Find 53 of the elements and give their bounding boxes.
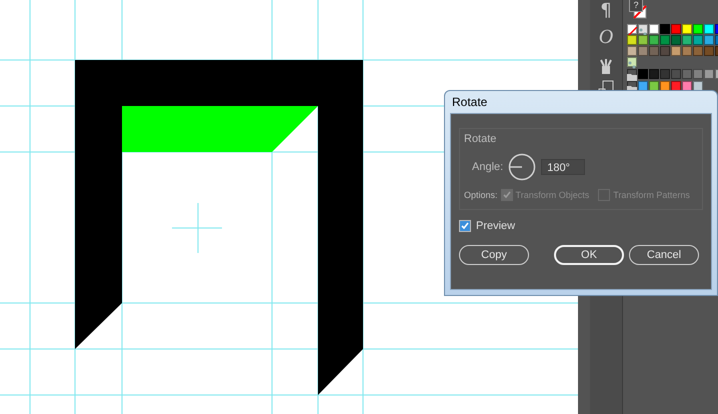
- color-swatch[interactable]: [627, 57, 637, 67]
- color-swatch[interactable]: [682, 35, 692, 45]
- color-swatch[interactable]: [638, 69, 648, 79]
- color-swatch[interactable]: [627, 35, 637, 45]
- color-swatch[interactable]: [671, 24, 681, 34]
- color-swatch[interactable]: [627, 46, 637, 56]
- preview-label: Preview: [476, 220, 516, 232]
- angle-field[interactable]: 180°: [541, 159, 586, 175]
- color-swatch[interactable]: [649, 24, 659, 34]
- color-swatch[interactable]: [693, 69, 703, 79]
- color-swatch[interactable]: [704, 69, 714, 79]
- color-swatch[interactable]: [660, 46, 670, 56]
- color-swatch[interactable]: [627, 24, 637, 34]
- color-swatch[interactable]: [649, 69, 659, 79]
- color-swatch[interactable]: [693, 81, 703, 91]
- tool-icon[interactable]: O: [598, 26, 614, 48]
- color-swatch[interactable]: [660, 69, 670, 79]
- dialog-button[interactable]: Copy: [459, 245, 529, 265]
- color-swatch[interactable]: [704, 24, 714, 34]
- color-swatch[interactable]: [649, 35, 659, 45]
- color-swatch[interactable]: [671, 35, 681, 45]
- group-title: Rotate: [464, 133, 498, 145]
- color-swatch[interactable]: [649, 81, 659, 91]
- dialog-title: Rotate: [451, 94, 488, 111]
- color-swatch[interactable]: [671, 69, 681, 79]
- color-swatch[interactable]: [704, 35, 714, 45]
- color-swatch[interactable]: [638, 24, 648, 34]
- dialog-button[interactable]: Cancel: [629, 245, 699, 265]
- color-swatch[interactable]: [649, 46, 659, 56]
- color-swatch[interactable]: [682, 81, 692, 91]
- preview-checkbox[interactable]: [459, 220, 471, 232]
- dialog-button[interactable]: OK: [554, 245, 624, 265]
- options-label: Options:: [464, 190, 498, 200]
- color-swatch[interactable]: [693, 46, 703, 56]
- color-swatch[interactable]: [682, 69, 692, 79]
- tool-icon[interactable]: ¶: [600, 0, 612, 22]
- color-swatch[interactable]: [693, 35, 703, 45]
- color-swatch[interactable]: [682, 46, 692, 56]
- angle-dial[interactable]: [508, 153, 536, 181]
- color-swatch[interactable]: [660, 81, 670, 91]
- color-swatch[interactable]: [638, 81, 648, 91]
- puppet-icon[interactable]: [598, 58, 614, 76]
- angle-label: Angle:: [472, 161, 504, 173]
- color-swatch[interactable]: [671, 46, 681, 56]
- color-swatch[interactable]: [693, 24, 703, 34]
- color-swatch[interactable]: [704, 46, 714, 56]
- color-swatch[interactable]: [682, 24, 692, 34]
- color-swatch[interactable]: [660, 24, 670, 34]
- color-swatch[interactable]: [638, 46, 648, 56]
- color-swatch[interactable]: [638, 35, 648, 45]
- color-swatch[interactable]: [671, 81, 681, 91]
- crosshair-icon: [172, 202, 222, 254]
- color-swatch[interactable]: [660, 35, 670, 45]
